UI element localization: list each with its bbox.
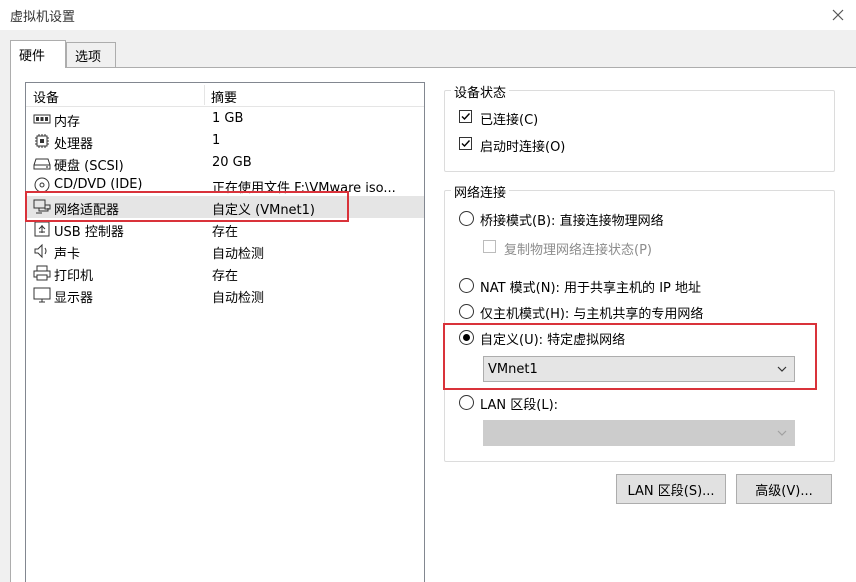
replicate-state-checkbox[interactable] <box>483 240 496 253</box>
memory-icon <box>33 114 51 124</box>
network-connection-title: 网络连接 <box>451 182 510 201</box>
device-name: 打印机 <box>54 269 94 284</box>
nat-radio[interactable] <box>459 278 474 293</box>
highlight-box-custom-network <box>443 323 817 390</box>
title-bar: 虚拟机设置 <box>0 0 856 30</box>
checkmark-icon <box>461 113 471 121</box>
device-summary: 1 <box>212 133 221 148</box>
device-name: 硬盘 (SCSI) <box>54 159 124 174</box>
tab-hardware[interactable]: 硬件 <box>10 40 66 68</box>
header-summary[interactable]: 摘要 <box>211 87 237 106</box>
device-name: CD/DVD (IDE) <box>54 177 143 192</box>
lan-segment-label[interactable]: LAN 区段(L): <box>480 394 558 413</box>
host-only-radio[interactable] <box>459 304 474 319</box>
close-button[interactable] <box>820 0 856 30</box>
header-separator[interactable] <box>204 85 205 105</box>
hard-disk-icon <box>33 158 51 170</box>
device-name: 显示器 <box>54 291 94 306</box>
nat-label[interactable]: NAT 模式(N): 用于共享主机的 IP 地址 <box>480 277 701 296</box>
tab-options-label: 选项 <box>75 49 102 65</box>
highlight-box-network-adapter <box>25 191 349 222</box>
monitor-icon <box>33 287 51 303</box>
advanced-button[interactable]: 高级(V)... <box>736 474 832 504</box>
device-list-header: 设备 摘要 <box>26 83 424 107</box>
device-name: 内存 <box>54 115 81 130</box>
device-name: 声卡 <box>54 247 81 262</box>
device-summary: 自动检测 <box>212 291 265 306</box>
replicate-state-label: 复制物理网络连接状态(P) <box>504 243 652 258</box>
connected-checkbox[interactable] <box>459 110 472 123</box>
device-summary: 20 GB <box>212 155 252 170</box>
header-device[interactable]: 设备 <box>33 87 59 106</box>
device-name: 处理器 <box>54 137 94 152</box>
device-row-hard-disk[interactable]: 硬盘 (SCSI) 20 GB <box>27 152 424 174</box>
device-row-display[interactable]: 显示器 自动检测 <box>27 284 424 306</box>
processor-icon <box>35 134 49 148</box>
connect-on-start-checkbox[interactable] <box>459 137 472 150</box>
device-name: USB 控制器 <box>54 225 124 240</box>
lan-segments-button[interactable]: LAN 区段(S)... <box>616 474 726 504</box>
speaker-icon <box>34 243 47 259</box>
device-summary: 1 GB <box>212 111 244 126</box>
device-row-sound-card[interactable]: 声卡 自动检测 <box>27 240 424 262</box>
printer-icon <box>33 265 51 281</box>
checkmark-icon <box>461 140 471 148</box>
tab-hardware-label: 硬件 <box>19 49 46 64</box>
usb-icon <box>34 221 50 237</box>
window-title: 虚拟机设置 <box>10 10 76 25</box>
tab-options[interactable]: 选项 <box>66 42 116 67</box>
host-only-label[interactable]: 仅主机模式(H): 与主机共享的专用网络 <box>480 303 703 322</box>
device-row-processor[interactable]: 处理器 1 <box>27 130 424 152</box>
close-icon <box>832 9 844 21</box>
lan-segment-select[interactable] <box>483 420 795 446</box>
device-list[interactable]: 设备 摘要 内存 1 GB 处理器 1 硬盘 (SCSI) 20 GB CD/D… <box>25 82 425 582</box>
lan-segment-radio[interactable] <box>459 395 474 410</box>
device-summary: 自动检测 <box>212 247 265 262</box>
bridged-radio[interactable] <box>459 211 474 226</box>
device-row-printer[interactable]: 打印机 存在 <box>27 262 424 284</box>
bridged-label[interactable]: 桥接模式(B): 直接连接物理网络 <box>480 210 664 229</box>
chevron-down-icon <box>777 430 787 436</box>
device-status-group: 设备状态 <box>444 82 835 172</box>
device-summary: 存在 <box>212 269 239 284</box>
device-summary: 存在 <box>212 225 239 240</box>
device-status-title: 设备状态 <box>451 82 510 101</box>
connected-label[interactable]: 已连接(C) <box>480 109 538 128</box>
connect-on-start-label[interactable]: 启动时连接(O) <box>480 136 565 155</box>
device-row-memory[interactable]: 内存 1 GB <box>27 108 424 130</box>
